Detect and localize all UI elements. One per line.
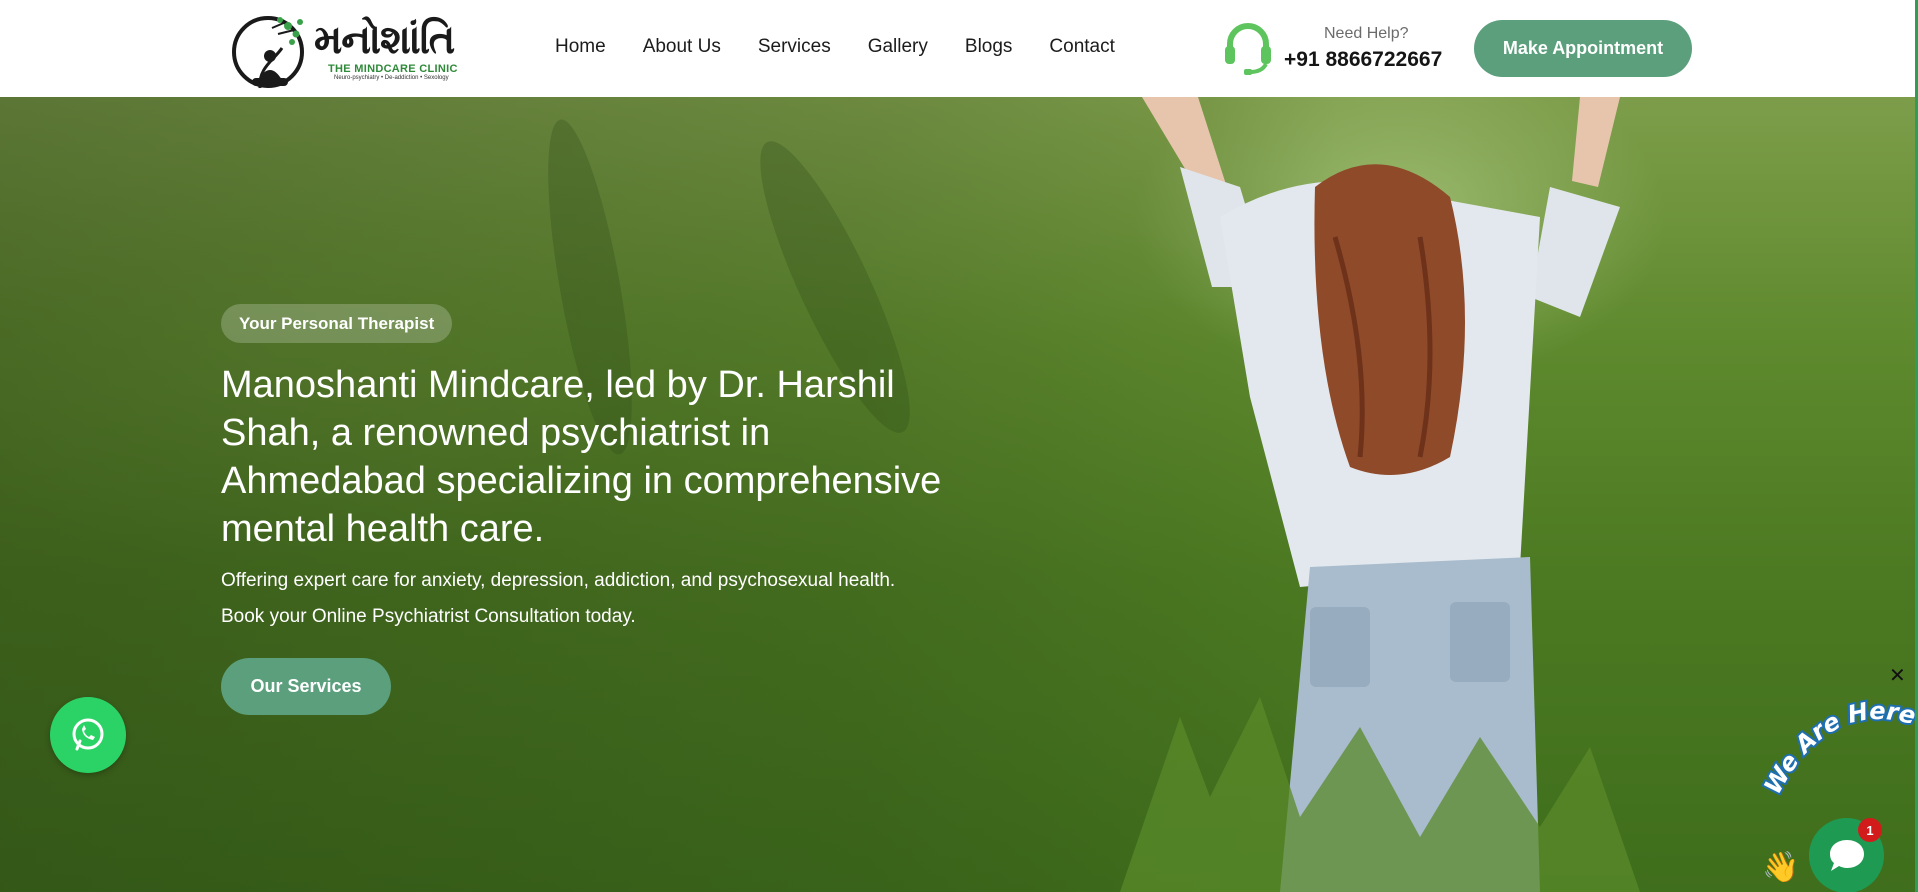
nav-about-us[interactable]: About Us (643, 36, 721, 58)
help-label: Need Help? (1324, 25, 1409, 42)
whatsapp-button[interactable] (50, 697, 126, 773)
we-are-here-text: We Are Here! (1758, 686, 1918, 801)
buddha-tree-logo-icon (232, 16, 304, 89)
we-are-here-banner: We Are Here! (1758, 686, 1918, 801)
whatsapp-icon (72, 718, 104, 751)
svg-text:We Are Here!: We Are Here! (1758, 686, 1918, 799)
hero-section: Your Personal Therapist Manoshanti Mindc… (0, 97, 1918, 892)
waving-hand-icon: 👋 (1762, 851, 1800, 884)
headset-icon (1225, 23, 1271, 75)
hero-subtext: Offering expert care for anxiety, depres… (221, 563, 981, 635)
woman-in-field-image (1120, 97, 1640, 892)
logo-subtitle: THE MINDCARE CLINIC (328, 63, 458, 75)
chat-icon (1829, 839, 1864, 871)
chat-unread-badge: 1 (1858, 818, 1882, 842)
hero-badge: Your Personal Therapist (221, 304, 453, 343)
logo-tagline: Neuro-psychiatry • De-addiction • Sexolo… (334, 75, 449, 81)
help-phone-number[interactable]: +91 8866722667 (1284, 48, 1442, 72)
logo-wordmark: મનોશાંતિ (314, 17, 455, 63)
hero-subtext-line-2: Book your Online Psychiatrist Consultati… (221, 606, 636, 627)
make-appointment-button[interactable]: Make Appointment (1474, 20, 1692, 77)
nav-gallery[interactable]: Gallery (868, 36, 928, 58)
nav-home[interactable]: Home (555, 36, 606, 58)
main-nav: Home About Us Services Gallery Blogs Con… (555, 36, 1152, 58)
site-header: મનોશાંતિ THE MINDCARE CLINIC Neuro-psych… (0, 0, 1918, 97)
nav-blogs[interactable]: Blogs (965, 36, 1013, 58)
close-icon[interactable]: ✕ (1889, 663, 1906, 688)
our-services-button[interactable]: Our Services (221, 658, 391, 715)
nav-services[interactable]: Services (758, 36, 831, 58)
hero-subtext-line-1: Offering expert care for anxiety, depres… (221, 570, 896, 591)
site-logo[interactable]: મનોશાંતિ THE MINDCARE CLINIC Neuro-psych… (230, 8, 470, 94)
nav-contact[interactable]: Contact (1049, 36, 1114, 58)
help-contact[interactable]: Need Help? +91 8866722667 (1222, 18, 1462, 78)
hero-headline: Manoshanti Mindcare, led by Dr. Harshil … (221, 364, 942, 550)
